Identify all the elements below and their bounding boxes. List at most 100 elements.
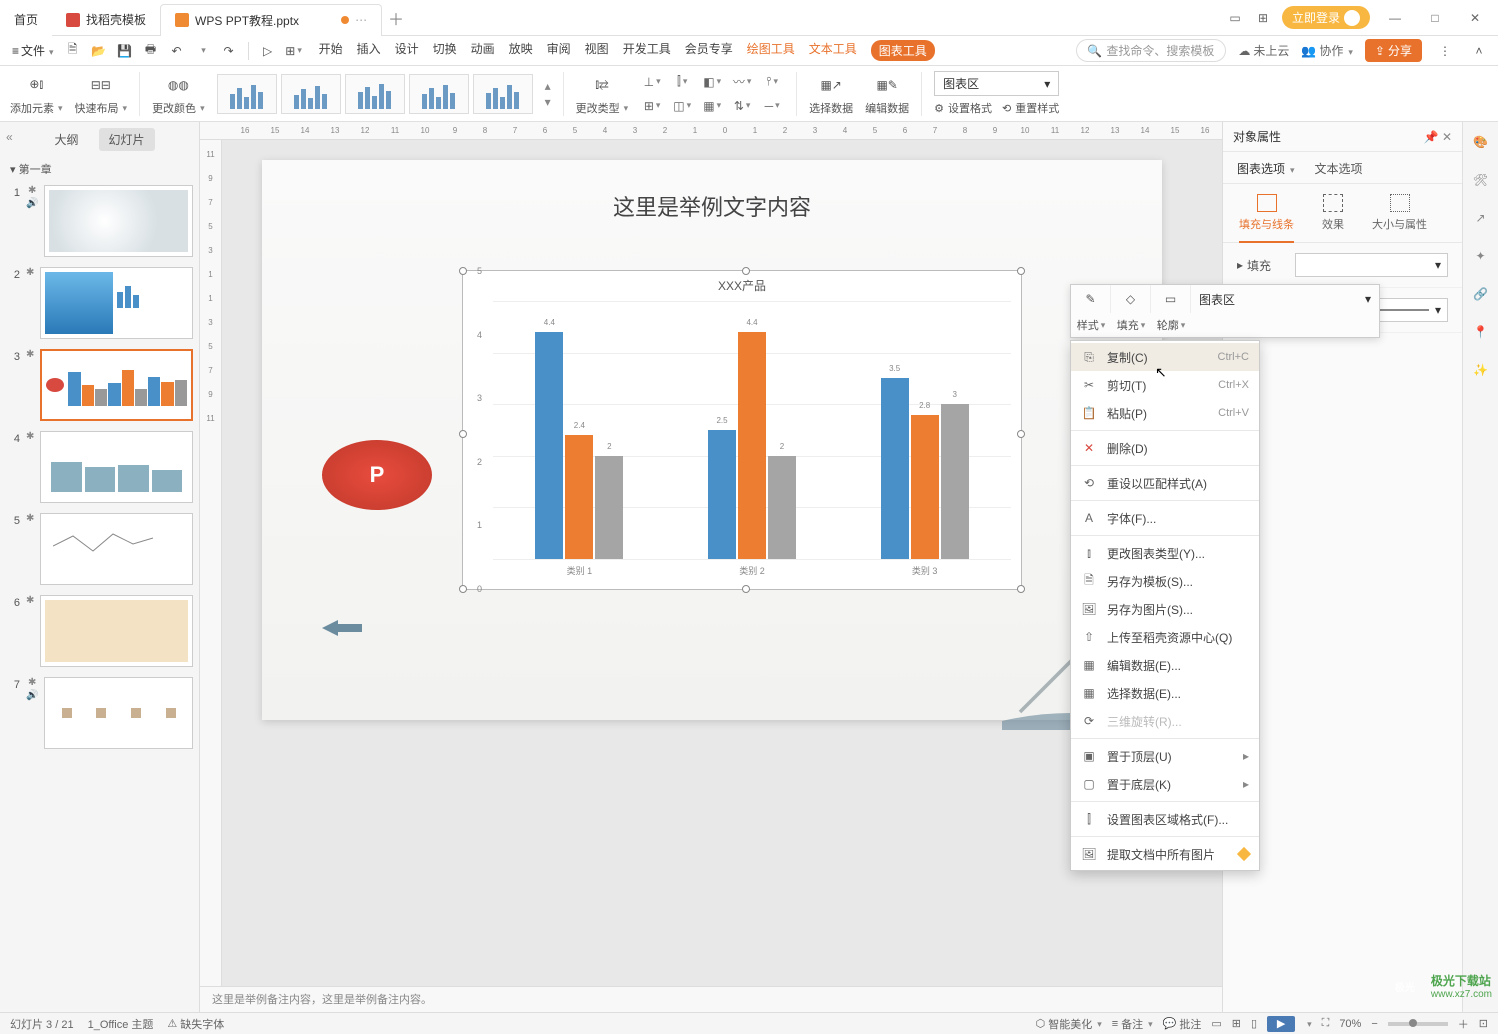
- updown-bar-icon[interactable]: ⇅: [730, 95, 754, 117]
- side-palette-icon[interactable]: 🎨: [1471, 132, 1491, 152]
- ctx-delete[interactable]: ✕删除(D): [1071, 434, 1259, 462]
- chart-style-1[interactable]: [217, 74, 277, 114]
- ctx-bring-front[interactable]: ▣置于顶层(U)▸: [1071, 742, 1259, 770]
- slide-thumb-7[interactable]: 7 ✱🔊: [6, 677, 193, 749]
- legend-icon[interactable]: ◫: [670, 95, 694, 117]
- fit-window-icon[interactable]: ⛶: [1322, 1017, 1330, 1030]
- command-search-input[interactable]: 🔍查找命令、搜索模板: [1076, 39, 1226, 62]
- login-button[interactable]: 立即登录: [1282, 6, 1370, 29]
- ribbon-tab-animation[interactable]: 动画: [471, 40, 495, 61]
- slide-thumb-5[interactable]: 5 ✱: [6, 513, 193, 585]
- slides-tab[interactable]: 幻灯片: [99, 128, 155, 151]
- zoom-value[interactable]: 70%: [1339, 1018, 1361, 1030]
- mini-style-icon[interactable]: ✎: [1071, 285, 1111, 313]
- more-menu-icon[interactable]: ⋮: [1434, 40, 1456, 62]
- window-close-button[interactable]: ✕: [1460, 11, 1490, 25]
- zoom-in-button[interactable]: ＋: [1458, 1016, 1469, 1032]
- ctx-cut[interactable]: ✂剪切(T)Ctrl+X: [1071, 371, 1259, 399]
- mini-fill-icon[interactable]: ◇: [1111, 285, 1151, 313]
- slide-thumb-6[interactable]: 6 ✱: [6, 595, 193, 667]
- mini-area-combo[interactable]: 图表区▾: [1191, 291, 1379, 308]
- notes-bar[interactable]: 这里是举例备注内容，这里是举例备注内容。: [200, 986, 1222, 1012]
- window-minimize-button[interactable]: —: [1380, 11, 1410, 25]
- slideshow-play-button[interactable]: ▶: [1267, 1016, 1295, 1032]
- file-menu[interactable]: ≡ 文件: [8, 42, 58, 59]
- change-color-button[interactable]: ◍◍ 更改颜色: [152, 72, 205, 116]
- print-icon[interactable]: 🖶: [140, 40, 162, 62]
- status-beautify[interactable]: ⬡智能美化: [1036, 1016, 1102, 1032]
- ribbon-tab-start[interactable]: 开始: [319, 40, 343, 61]
- chart-style-4[interactable]: [409, 74, 469, 114]
- line-style-icon[interactable]: ─: [760, 95, 784, 117]
- change-chart-type-button[interactable]: ⫾⇄ 更改类型: [576, 72, 629, 116]
- ctx-extract-images[interactable]: 🖼提取文档中所有图片: [1071, 840, 1259, 868]
- window-maximize-button[interactable]: □: [1420, 11, 1450, 25]
- ctx-select-data[interactable]: ▦选择数据(E)...: [1071, 679, 1259, 707]
- prop-tab-chart-options[interactable]: 图表选项: [1237, 160, 1295, 183]
- slide-thumb-2[interactable]: 2 ✱: [6, 267, 193, 339]
- gridline-icon[interactable]: ⊞: [640, 95, 664, 117]
- play-from-current-icon[interactable]: ▷: [257, 40, 279, 62]
- save-icon[interactable]: 💾: [114, 40, 136, 62]
- cloud-sync-button[interactable]: ☁未上云: [1238, 42, 1289, 59]
- collaborate-button[interactable]: 👥协作: [1301, 42, 1353, 59]
- ribbon-tab-text-tools[interactable]: 文本工具: [809, 40, 857, 61]
- status-comment-button[interactable]: 💬批注: [1163, 1016, 1202, 1032]
- tab-more-icon[interactable]: ⋯: [355, 13, 367, 27]
- undo-icon[interactable]: ↶: [166, 40, 188, 62]
- chart-style-2[interactable]: [281, 74, 341, 114]
- new-file-icon[interactable]: 🗎: [62, 40, 84, 62]
- prop-tab-text-options[interactable]: 文本选项: [1315, 160, 1363, 183]
- ribbon-tab-vip[interactable]: 会员专享: [685, 40, 733, 61]
- tab-current-file[interactable]: WPS PPT教程.pptx ⋯: [160, 4, 382, 36]
- status-notes-button[interactable]: ≡备注: [1112, 1016, 1153, 1032]
- ribbon-tab-review[interactable]: 审阅: [547, 40, 571, 61]
- gallery-scroll-up[interactable]: ▴: [545, 79, 551, 93]
- new-tab-button[interactable]: ＋: [382, 6, 410, 30]
- undo-history-dropdown[interactable]: [192, 40, 214, 62]
- status-missing-font[interactable]: ⚠缺失字体: [167, 1016, 224, 1032]
- slideshow-options[interactable]: [1305, 1018, 1312, 1030]
- side-location-icon[interactable]: 📍: [1471, 322, 1491, 342]
- slide-thumb-4[interactable]: 4 ✱: [6, 431, 193, 503]
- ribbon-tab-transition[interactable]: 切换: [433, 40, 457, 61]
- outline-tab[interactable]: 大纲: [44, 128, 88, 151]
- chart-style-3[interactable]: [345, 74, 405, 114]
- collapse-panel-icon[interactable]: «: [6, 130, 13, 144]
- grid-apps-icon[interactable]: ⊞: [1254, 9, 1272, 27]
- chart-object[interactable]: XXX产品 4.42.42类别 12.54.42类别 23.52.83类别 3 …: [462, 270, 1022, 590]
- prop-fill-toggle[interactable]: ▸ 填充: [1237, 257, 1287, 274]
- prop-sub-fill-line[interactable]: 填充与线条: [1239, 194, 1294, 243]
- side-animation-icon[interactable]: ✦: [1471, 246, 1491, 266]
- prop-sub-effects[interactable]: 效果: [1322, 194, 1344, 232]
- tab-docke-templates[interactable]: 找稻壳模板: [52, 4, 160, 36]
- set-format-button[interactable]: ⚙设置格式: [934, 100, 992, 116]
- collapse-ribbon-icon[interactable]: ˄: [1468, 40, 1490, 62]
- view-reading-icon[interactable]: ▯: [1251, 1017, 1257, 1030]
- prop-sub-size-properties[interactable]: 大小与属性: [1372, 194, 1427, 232]
- ctx-font[interactable]: A字体(F)...: [1071, 504, 1259, 532]
- mini-outline-label[interactable]: 轮廓: [1151, 313, 1191, 337]
- reading-mode-icon[interactable]: ▭: [1226, 9, 1244, 27]
- insert-dropdown-icon[interactable]: ⊞: [283, 40, 305, 62]
- axis-title-icon[interactable]: ⫿: [670, 71, 694, 93]
- ribbon-tab-draw-tools[interactable]: 绘图工具: [747, 40, 795, 61]
- slide-title[interactable]: 这里是举例文字内容: [262, 190, 1162, 222]
- side-toolbox-icon[interactable]: 🛠: [1471, 170, 1491, 190]
- ctx-reset-style[interactable]: ⟲重设以匹配样式(A): [1071, 469, 1259, 497]
- trendline-icon[interactable]: 〰: [730, 71, 754, 93]
- side-select-arrow-icon[interactable]: ↗: [1471, 208, 1491, 228]
- chart-style-5[interactable]: [473, 74, 533, 114]
- table-icon[interactable]: ▦: [700, 95, 724, 117]
- ribbon-tab-design[interactable]: 设计: [395, 40, 419, 61]
- reset-style-button[interactable]: ⟲重置样式: [1002, 100, 1059, 116]
- chart-area-combo[interactable]: 图表区▾: [934, 71, 1059, 96]
- mini-fill-label[interactable]: 填充: [1111, 313, 1151, 337]
- prop-fill-combo[interactable]: ▾: [1295, 253, 1448, 277]
- ribbon-tab-slideshow[interactable]: 放映: [509, 40, 533, 61]
- edit-data-button[interactable]: ▦✎ 编辑数据: [865, 72, 909, 116]
- zoom-slider[interactable]: [1388, 1022, 1448, 1026]
- ribbon-tab-devtools[interactable]: 开发工具: [623, 40, 671, 61]
- close-panel-icon[interactable]: ✕: [1442, 130, 1452, 144]
- ctx-format-chart-area[interactable]: ⫿设置图表区域格式(F)...: [1071, 805, 1259, 833]
